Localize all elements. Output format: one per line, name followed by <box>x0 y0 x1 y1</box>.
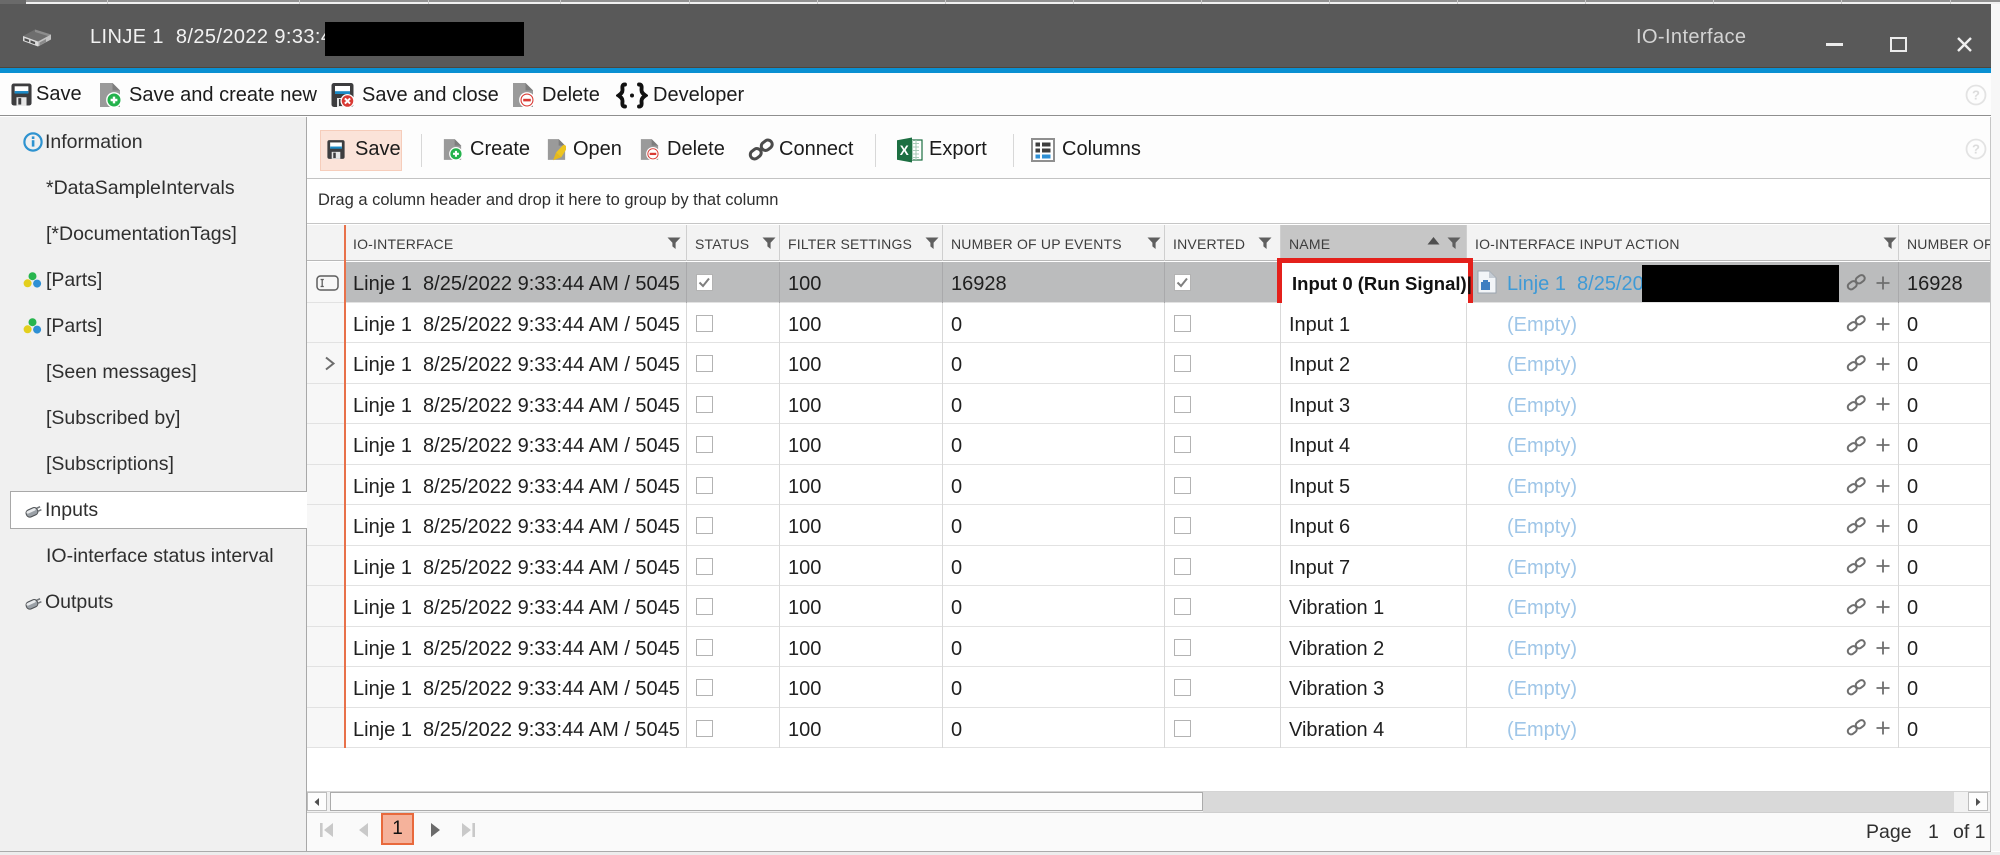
svg-text:X: X <box>900 143 909 158</box>
svg-text:?: ? <box>1972 88 1980 103</box>
svg-text:?: ? <box>1972 142 1980 157</box>
